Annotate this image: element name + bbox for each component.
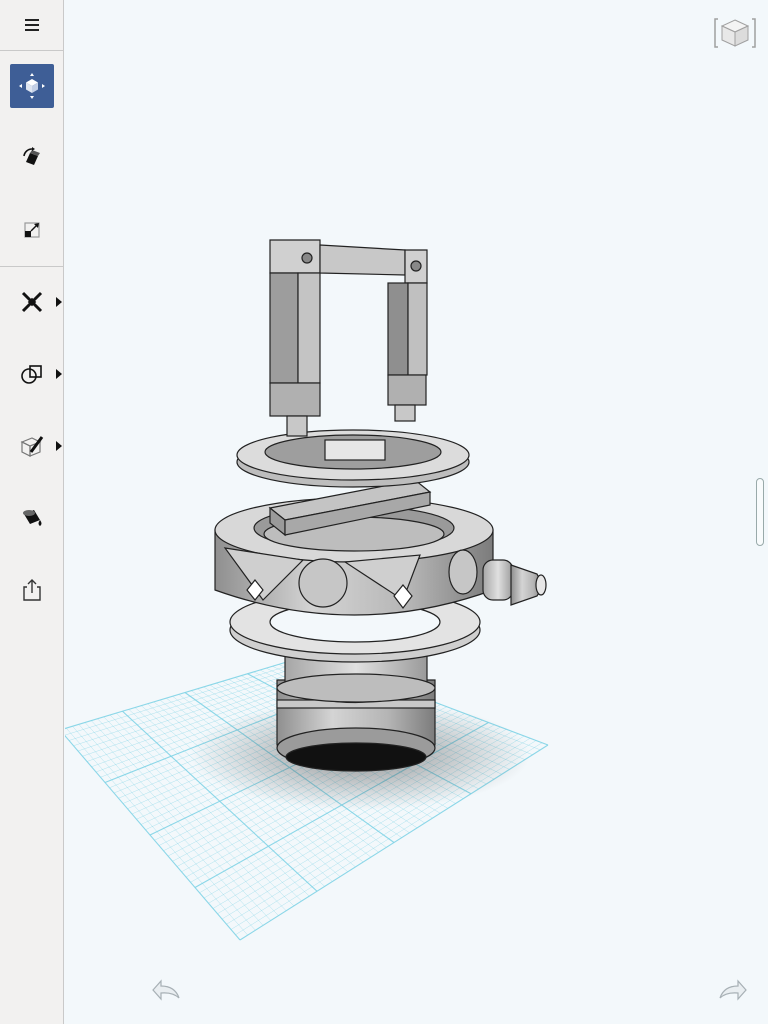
export-tool-button[interactable]	[0, 558, 64, 622]
redo-arrow-icon[interactable]	[714, 976, 754, 1006]
sketch-tool-button[interactable]	[0, 270, 64, 334]
primitives-tool-button[interactable]	[0, 342, 64, 406]
sidebar-divider	[0, 266, 64, 267]
sidebar-divider	[0, 50, 64, 51]
model-canvas[interactable]	[65, 0, 768, 1024]
rotate-tool-button[interactable]	[0, 126, 64, 190]
menu-button[interactable]	[0, 0, 64, 50]
submenu-arrow-icon	[56, 369, 62, 379]
scale-icon	[24, 222, 40, 238]
viewcube-icon[interactable]	[714, 14, 756, 52]
share-export-icon	[23, 579, 41, 601]
sketch-tools-icon	[21, 291, 43, 313]
undo-arrow-icon[interactable]	[145, 976, 185, 1006]
primitives-shapes-icon	[21, 365, 42, 384]
3d-viewport[interactable]	[65, 0, 768, 1024]
paint-bucket-icon	[23, 510, 42, 526]
move-tool-button[interactable]	[0, 54, 64, 118]
submenu-arrow-icon	[56, 297, 62, 307]
view-slider-handle[interactable]	[756, 478, 764, 546]
move-cube-icon	[19, 73, 45, 99]
tool-sidebar	[0, 0, 64, 1024]
hamburger-menu-icon	[25, 19, 39, 31]
rotate-cube-icon	[23, 147, 40, 165]
submenu-arrow-icon	[56, 441, 62, 451]
modify-pencil-icon	[20, 436, 44, 457]
3d-model[interactable]	[214, 239, 547, 772]
modify-tool-button[interactable]	[0, 414, 64, 478]
scale-tool-button[interactable]	[0, 198, 64, 262]
material-tool-button[interactable]	[0, 486, 64, 550]
